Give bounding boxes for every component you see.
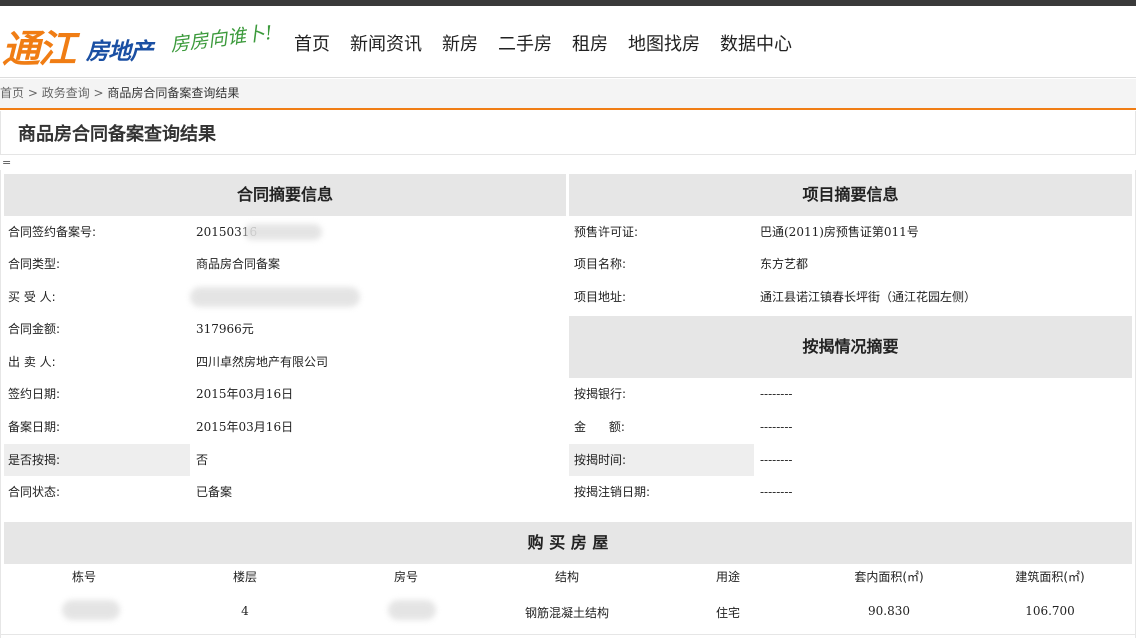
redaction-blur [244, 224, 322, 240]
stray-text: = [2, 156, 12, 169]
mortgage-value-bank: -------- [760, 387, 793, 401]
logo-sub-text: 房地产 [86, 39, 153, 65]
house-col-inner-area: 套内面积(㎡) [854, 570, 924, 584]
redaction-blur [190, 287, 360, 307]
contract-label-sign-date: 签约日期: [8, 387, 61, 401]
project-value-permit: 巴通(2011)房预售证第011号 [760, 225, 919, 239]
house-col-building: 栋号 [71, 570, 96, 584]
house-cell-build-area: 106.700 [1025, 604, 1075, 618]
contract-label-amount: 合同金额: [8, 322, 61, 336]
bottom-border [0, 634, 1136, 635]
contract-label-type: 合同类型: [8, 257, 61, 271]
contract-label-buyer: 买 受 人: [8, 290, 56, 304]
nav-map-search[interactable]: 地图找房 [628, 30, 700, 56]
project-value-name: 东方艺都 [760, 257, 809, 271]
nav-new-homes[interactable]: 新房 [442, 30, 478, 56]
contract-label-record-date: 备案日期: [8, 420, 61, 434]
mortgage-label-bank: 按揭银行: [574, 387, 627, 401]
breadcrumb-home[interactable]: 首页 [0, 86, 24, 100]
project-label-address: 项目地址: [574, 290, 627, 304]
mortgage-value-amount: -------- [760, 420, 793, 434]
mortgage-value-cancel-date: -------- [760, 485, 793, 499]
contract-value-amount: 317966元 [196, 322, 254, 336]
logo-main-text: 通江 [2, 27, 76, 71]
contract-label-status: 合同状态: [8, 485, 61, 499]
nav-home[interactable]: 首页 [294, 30, 330, 56]
nav-news[interactable]: 新闻资讯 [350, 30, 422, 56]
breadcrumb-section[interactable]: 政务查询 [42, 86, 90, 100]
site-header: 通江 房地产 房房向谁卜! 首页 新闻资讯 新房 二手房 租房 地图找房 数据中… [0, 6, 1136, 78]
mortgage-label-amount: 金 额: [574, 420, 625, 434]
house-col-usage: 用途 [715, 570, 740, 584]
contract-value-mortgage: 否 [196, 453, 209, 467]
house-cell-inner-area: 90.830 [868, 604, 910, 618]
mortgage-label-cancel-date: 按揭注销日期: [574, 485, 651, 499]
contract-value-type: 商品房合同备案 [196, 257, 281, 271]
contract-label-mortgage: 是否按揭: [8, 453, 61, 467]
main-nav: 首页 新闻资讯 新房 二手房 租房 地图找房 数据中心 [284, 30, 802, 56]
mortgage-value-time: -------- [760, 453, 793, 467]
house-cell-structure: 钢筋混凝土结构 [524, 606, 609, 620]
contract-value-sign-date: 2015年03月16日 [196, 387, 294, 401]
house-cell-usage: 住宅 [715, 606, 740, 620]
project-summary-heading: 项目摘要信息 [569, 174, 1132, 216]
breadcrumb-separator: > [24, 86, 42, 100]
house-col-structure: 结构 [554, 570, 579, 584]
redaction-blur [388, 600, 436, 620]
nav-rent[interactable]: 租房 [572, 30, 608, 56]
breadcrumb: 首页 > 政务查询 > 商品房合同备案查询结果 [0, 84, 239, 101]
contract-label-seller: 出 卖 人: [8, 355, 56, 369]
project-value-address: 通江县诺江镇春长坪街（通江花园左侧） [760, 290, 977, 304]
mortgage-label-time: 按揭时间: [574, 453, 627, 467]
nav-data-center[interactable]: 数据中心 [720, 30, 792, 56]
house-col-room: 房号 [393, 570, 418, 584]
contract-value-seller: 四川卓然房地产有限公司 [196, 355, 329, 369]
house-cell-floor: 4 [241, 604, 249, 618]
house-col-build-area: 建筑面积(㎡) [1015, 570, 1085, 584]
house-col-floor: 楼层 [232, 570, 257, 584]
contract-summary-heading: 合同摘要信息 [4, 174, 566, 216]
project-label-name: 项目名称: [574, 257, 627, 271]
contract-label-record-no: 合同签约备案号: [8, 225, 97, 239]
nav-second-hand[interactable]: 二手房 [498, 30, 552, 56]
breadcrumb-current: 商品房合同备案查询结果 [107, 86, 240, 100]
contract-value-status: 已备案 [196, 485, 233, 499]
contract-value-record-date: 2015年03月16日 [196, 420, 294, 434]
logo-slogan: 房房向谁卜! [169, 21, 274, 57]
project-label-permit: 预售许可证: [574, 225, 639, 239]
mortgage-summary-heading: 按揭情况摘要 [569, 316, 1132, 378]
redaction-blur [62, 600, 120, 620]
site-logo[interactable]: 通江 房地产 房房向谁卜! [2, 16, 274, 71]
house-heading: 购 买 房 屋 [4, 522, 1132, 564]
breadcrumb-separator: > [89, 86, 108, 100]
page-title: 商品房合同备案查询结果 [18, 124, 216, 145]
